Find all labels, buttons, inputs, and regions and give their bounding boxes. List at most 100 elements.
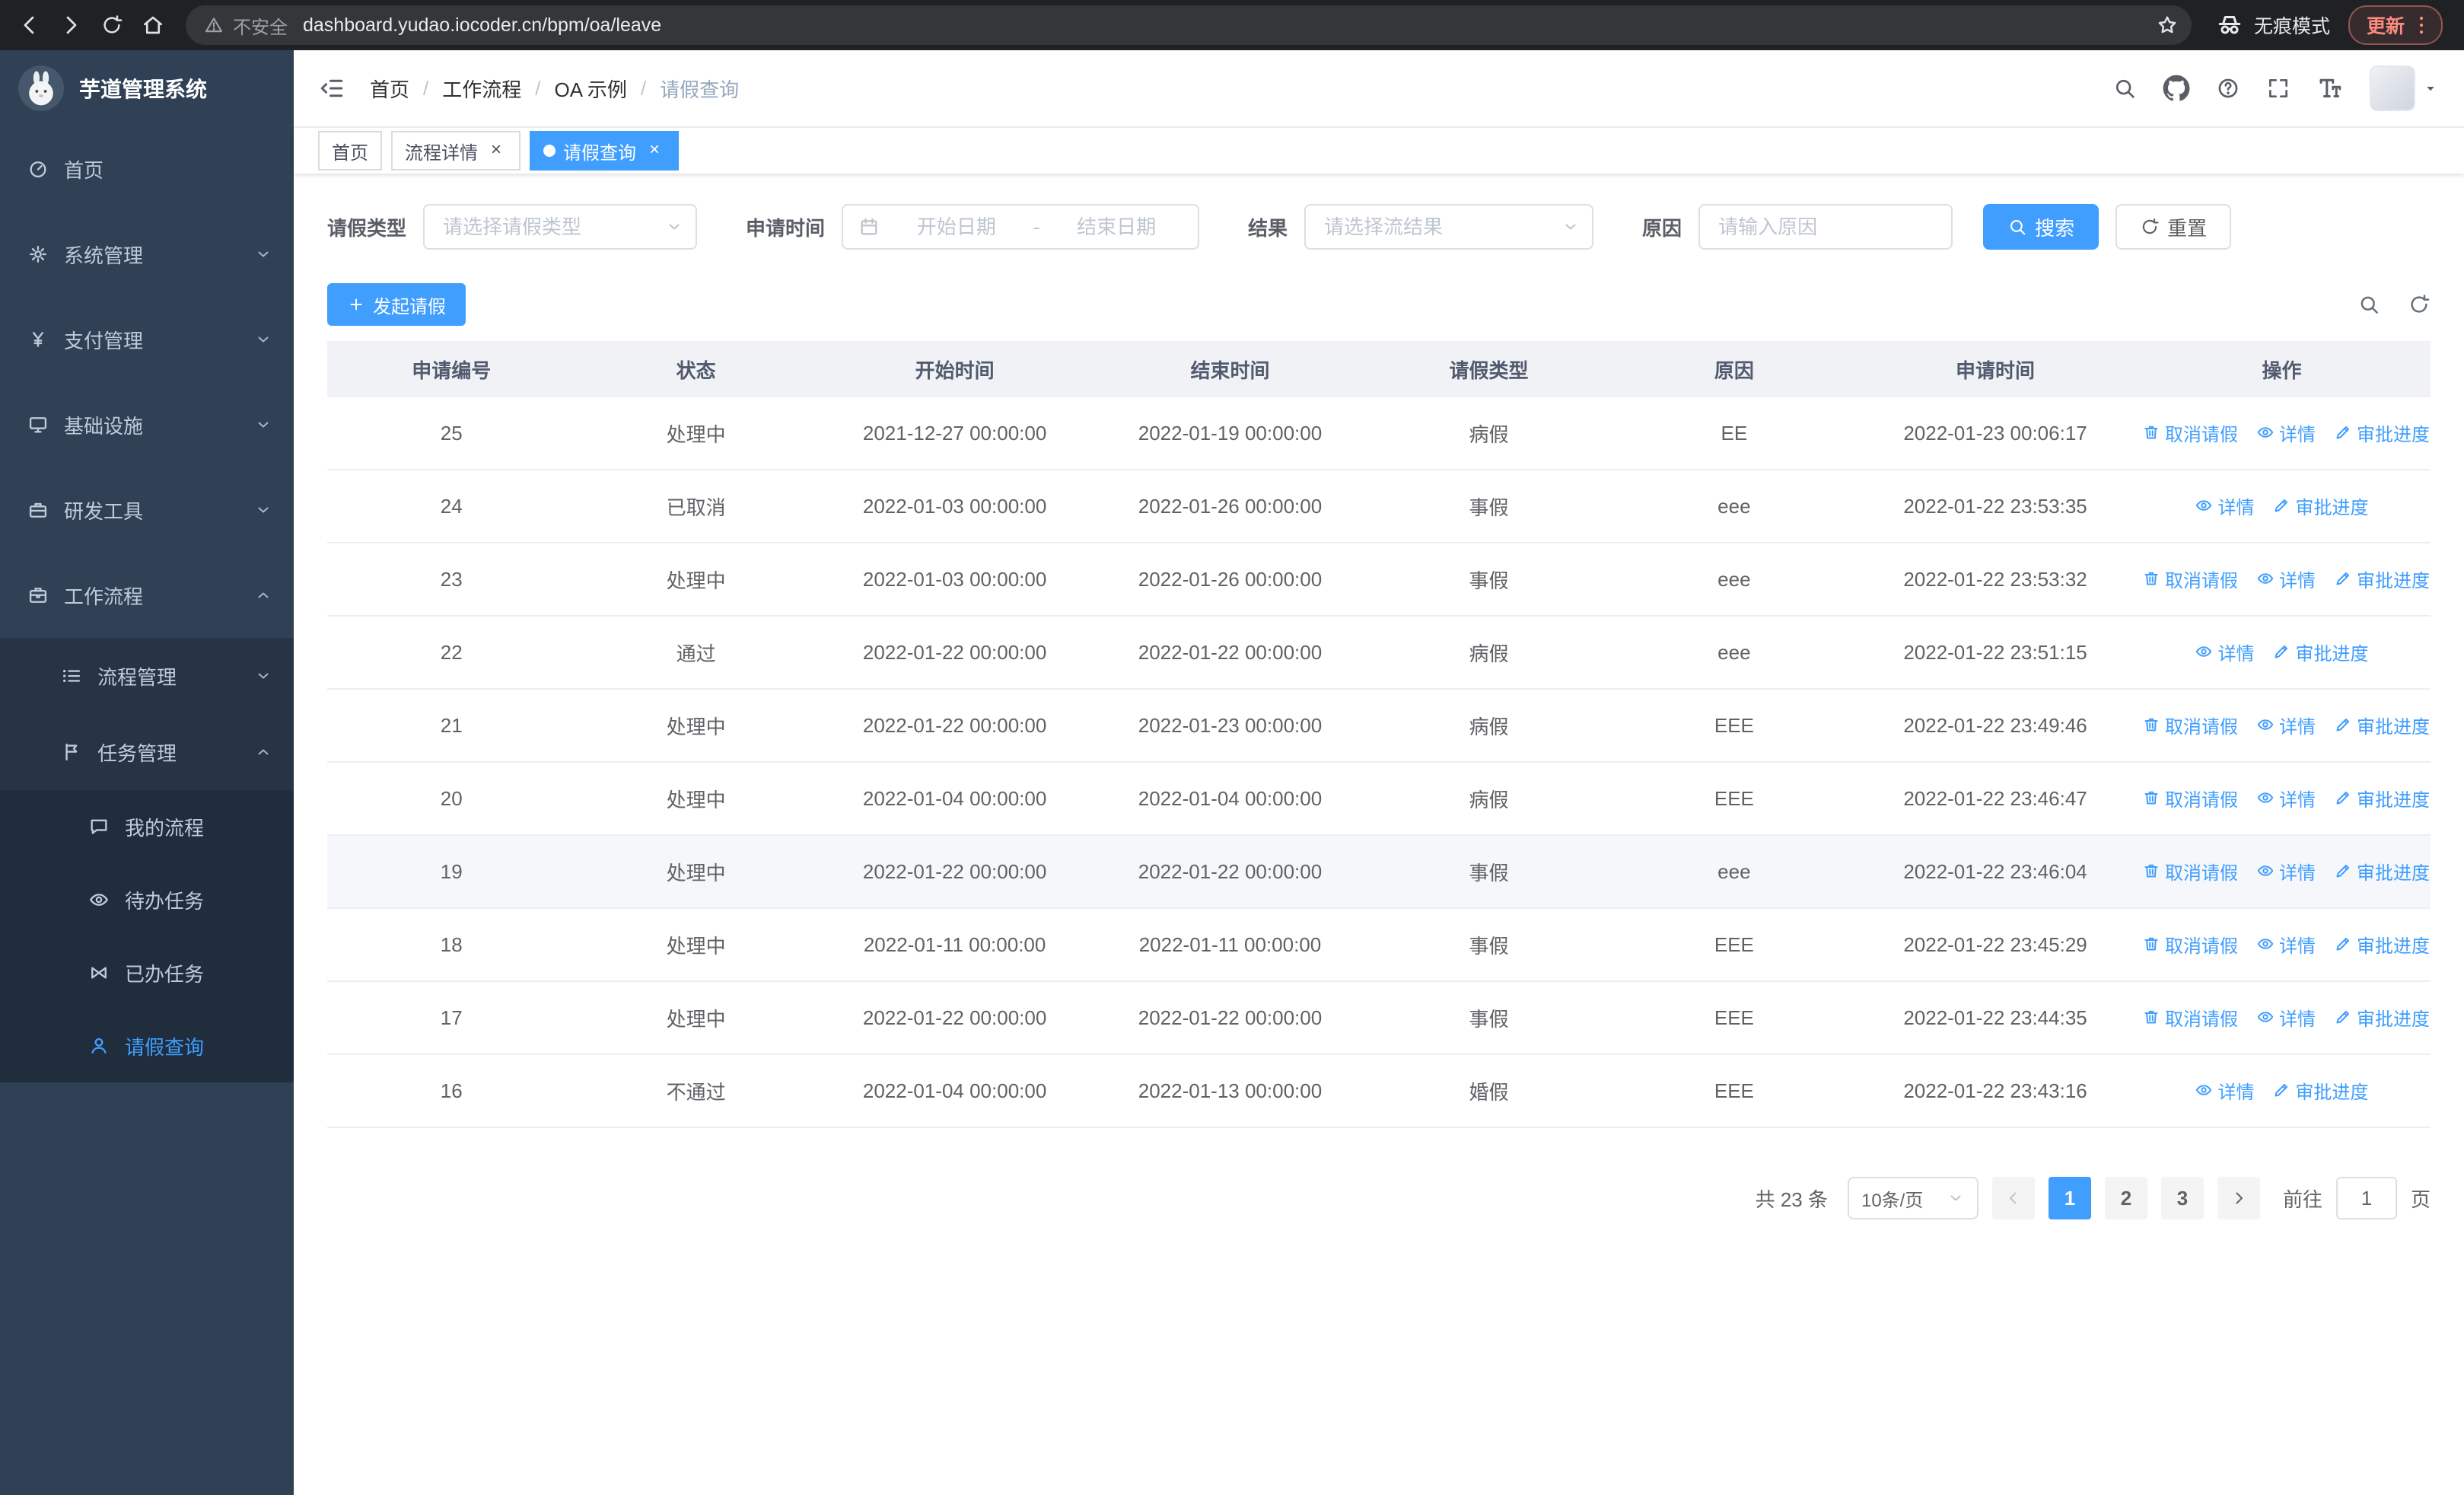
page-button-1[interactable]: 1 — [2048, 1177, 2091, 1219]
sidebar-menu: 首页 系统管理 支付管理 基础设施 研发工具 工作流程 流程管理 任务管理 我的流程 待办任务 已办… — [0, 126, 294, 1495]
search-button[interactable]: 搜索 — [1983, 204, 2099, 250]
browser-back-button[interactable] — [9, 5, 50, 46]
progress-link[interactable]: 审批进度 — [2272, 1077, 2368, 1104]
cell-apply-time: 2022-01-23 00:06:17 — [1858, 397, 2133, 470]
result-select-input[interactable] — [1324, 215, 1553, 239]
reset-button[interactable]: 重置 — [2115, 204, 2232, 250]
browser-home-button[interactable] — [132, 5, 173, 46]
detail-link[interactable]: 详情 — [2256, 785, 2316, 811]
chevron-down-icon — [258, 507, 269, 513]
header-search-button[interactable] — [2112, 76, 2137, 100]
prev-page-button[interactable] — [1991, 1177, 2035, 1219]
detail-link[interactable]: 详情 — [2256, 712, 2316, 738]
reason-input[interactable] — [1718, 215, 1934, 239]
cell-leave-type: 病假 — [1367, 689, 1611, 763]
end-date-input[interactable] — [1050, 215, 1183, 239]
tab-item[interactable]: 请假查询 × — [530, 131, 679, 171]
cancel-leave-link[interactable]: 取消请假 — [2142, 419, 2238, 446]
progress-link[interactable]: 审批进度 — [2334, 931, 2430, 958]
sidebar-item-leave-query[interactable]: 请假查询 — [0, 1009, 294, 1082]
browser-reload-button[interactable] — [91, 5, 132, 46]
sidebar-item-task-mgmt[interactable]: 任务管理 — [0, 714, 294, 790]
sidebar-item-system[interactable]: 系统管理 — [0, 212, 294, 297]
cancel-leave-link[interactable]: 取消请假 — [2142, 566, 2238, 592]
help-button[interactable] — [2216, 76, 2240, 100]
address-bar[interactable]: 不安全 dashboard.yudao.iocoder.cn/bpm/oa/le… — [186, 5, 2192, 45]
github-link[interactable] — [2163, 75, 2190, 102]
table-row: 21 处理中 2022-01-22 00:00:00 2022-01-23 00:00… — [327, 689, 2431, 763]
sidebar-item-devtools[interactable]: 研发工具 — [0, 467, 294, 553]
start-date-input[interactable] — [890, 215, 1023, 239]
cell-leave-type: 病假 — [1367, 762, 1611, 836]
bookmark-star-button[interactable] — [2149, 7, 2185, 43]
goto-page-input[interactable] — [2335, 1177, 2397, 1219]
page-size-value[interactable] — [1861, 1187, 1944, 1209]
security-status[interactable]: 不安全 — [204, 12, 288, 39]
create-leave-button[interactable]: 发起请假 — [327, 283, 466, 326]
page-button-2[interactable]: 2 — [2104, 1177, 2147, 1219]
fullscreen-button[interactable] — [2266, 76, 2291, 100]
breadcrumb-item[interactable]: 工作流程 — [442, 75, 521, 103]
progress-link[interactable]: 审批进度 — [2334, 419, 2430, 446]
detail-link[interactable]: 详情 — [2256, 419, 2316, 446]
sidebar-item-workflow[interactable]: 工作流程 — [0, 553, 294, 638]
cancel-leave-link[interactable]: 取消请假 — [2142, 931, 2238, 958]
leave-type-select[interactable] — [423, 204, 698, 250]
logo[interactable]: 芋道管理系统 — [0, 50, 294, 126]
detail-link[interactable]: 详情 — [2256, 1004, 2316, 1031]
refresh-table-button[interactable] — [2408, 293, 2431, 316]
cell-actions: 详情 审批进度 — [2132, 470, 2431, 543]
browser-update-button[interactable]: 更新 — [2348, 5, 2443, 45]
toggle-search-button[interactable] — [2357, 293, 2380, 316]
page-size-select[interactable] — [1847, 1177, 1979, 1219]
tab-item[interactable]: 首页 — [318, 131, 382, 171]
progress-link[interactable]: 审批进度 — [2334, 1004, 2430, 1031]
tab-close-button[interactable]: × — [644, 140, 665, 161]
sidebar-item-home[interactable]: 首页 — [0, 126, 294, 212]
breadcrumb-item[interactable]: 首页 — [370, 75, 409, 103]
next-page-button[interactable] — [2217, 1177, 2260, 1219]
cancel-leave-link[interactable]: 取消请假 — [2142, 1004, 2238, 1031]
column-header: 申请时间 — [1858, 341, 2133, 397]
fullscreen-icon — [2269, 79, 2287, 97]
cell-start-time: 2022-01-22 00:00:00 — [816, 616, 1094, 690]
progress-link[interactable]: 审批进度 — [2272, 492, 2368, 519]
font-size-button[interactable] — [2316, 75, 2344, 102]
apply-time-range-picker[interactable]: - — [842, 204, 1200, 250]
breadcrumb-item[interactable]: OA 示例 — [555, 75, 627, 103]
page-button-3[interactable]: 3 — [2160, 1177, 2204, 1219]
detail-link[interactable]: 详情 — [2256, 566, 2316, 592]
cell-status: 处理中 — [575, 543, 817, 617]
cell-end-time: 2022-01-11 00:00:00 — [1093, 908, 1367, 982]
cell-end-time: 2022-01-04 00:00:00 — [1093, 762, 1367, 836]
sidebar-item-done-tasks[interactable]: 已办任务 — [0, 936, 294, 1009]
column-header: 状态 — [575, 341, 817, 397]
browser-forward-button[interactable] — [50, 5, 91, 46]
sidebar-item-infrastructure[interactable]: 基础设施 — [0, 382, 294, 467]
result-select[interactable] — [1304, 204, 1594, 250]
sidebar-item-todo-tasks[interactable]: 待办任务 — [0, 863, 294, 936]
sidebar-toggle-button[interactable] — [318, 75, 345, 102]
submenu-arrow — [254, 501, 272, 519]
progress-link[interactable]: 审批进度 — [2334, 785, 2430, 811]
progress-link[interactable]: 审批进度 — [2334, 566, 2430, 592]
cancel-leave-link[interactable]: 取消请假 — [2142, 785, 2238, 811]
detail-link[interactable]: 详情 — [2256, 858, 2316, 885]
cancel-leave-link[interactable]: 取消请假 — [2142, 712, 2238, 738]
cancel-leave-link[interactable]: 取消请假 — [2142, 858, 2238, 885]
leave-type-select-input[interactable] — [443, 215, 657, 239]
progress-link[interactable]: 审批进度 — [2272, 639, 2368, 665]
detail-link[interactable]: 详情 — [2256, 931, 2316, 958]
sidebar-item-process-mgmt[interactable]: 流程管理 — [0, 638, 294, 714]
detail-link[interactable]: 详情 — [2195, 1077, 2254, 1104]
browser-menu-button[interactable] — [2409, 13, 2434, 37]
detail-link[interactable]: 详情 — [2195, 492, 2254, 519]
detail-link[interactable]: 详情 — [2195, 639, 2254, 665]
tab-close-button[interactable]: × — [485, 140, 507, 161]
progress-link[interactable]: 审批进度 — [2334, 712, 2430, 738]
sidebar-item-my-process[interactable]: 我的流程 — [0, 790, 294, 863]
user-menu[interactable] — [2370, 65, 2440, 111]
tab-item[interactable]: 流程详情 × — [391, 131, 520, 171]
progress-link[interactable]: 审批进度 — [2334, 858, 2430, 885]
sidebar-item-payment[interactable]: 支付管理 — [0, 297, 294, 382]
